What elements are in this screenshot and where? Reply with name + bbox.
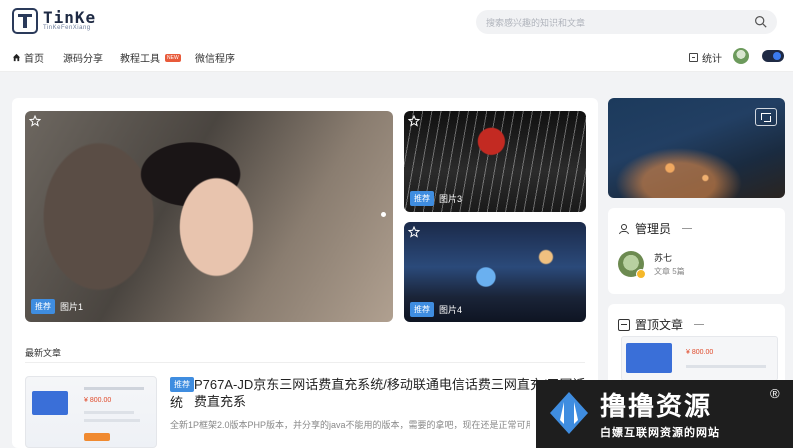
pinned-card-header: 置顶文章	[618, 316, 705, 333]
thumb-button	[84, 433, 110, 441]
nav-item-label: 源码分享	[63, 54, 103, 65]
fullscreen-icon[interactable]	[755, 108, 777, 126]
pinned-heading: 置顶文章	[635, 318, 684, 332]
admin-card-header: 管理员	[618, 220, 693, 237]
thumb-banner	[32, 391, 68, 415]
heading-dash	[694, 324, 705, 325]
divider	[25, 362, 585, 363]
nav-item-source[interactable]: 源码分享	[63, 50, 103, 65]
stats-icon	[689, 53, 698, 62]
nav-item-tutorials[interactable]: 教程工具 NEW	[120, 50, 181, 65]
tile-caption: 推荐 图片3	[410, 191, 462, 206]
tile-title: 图片4	[439, 305, 463, 315]
watermark-overlay: 撸撸资源 ® 白嫖互联网资源的网站	[536, 380, 793, 448]
tile-title: 图片1	[60, 302, 84, 312]
latest-articles-heading: 最新文章	[25, 348, 62, 358]
thumb-line	[84, 419, 140, 422]
verified-icon	[636, 269, 646, 279]
slider-tile-3[interactable]: 推荐 图片3	[404, 111, 586, 212]
thumb-line	[686, 365, 766, 368]
pinned-icon	[618, 318, 630, 331]
star-icon[interactable]	[408, 226, 420, 238]
thumb-banner	[626, 343, 672, 373]
home-icon	[12, 53, 21, 62]
logo-mark	[12, 8, 38, 34]
admin-heading: 管理员	[635, 222, 672, 236]
admin-name[interactable]: 苏七	[654, 251, 672, 264]
nav-item-home[interactable]: 首页	[12, 50, 44, 65]
article-title-continued[interactable]: 统	[170, 394, 183, 411]
nav-item-wechat[interactable]: 微信程序	[195, 50, 235, 65]
tile-caption: 推荐 图片1	[31, 299, 83, 314]
sidebar-banner-image[interactable]	[608, 98, 785, 198]
star-icon[interactable]	[29, 115, 41, 127]
recommend-tag: 推荐	[410, 302, 434, 317]
thumb-line	[84, 411, 134, 414]
registered-mark: ®	[770, 386, 780, 401]
watermark-title: 撸撸资源	[600, 392, 713, 422]
recommend-tag: 推荐	[31, 299, 55, 314]
tile-caption: 推荐 图片4	[410, 302, 462, 317]
user-avatar[interactable]	[733, 48, 749, 64]
nav-item-label: 教程工具	[120, 54, 160, 65]
star-icon[interactable]	[408, 115, 420, 127]
user-icon	[619, 223, 629, 234]
stats-label: 统计	[702, 54, 722, 65]
slider-tile-4[interactable]: 推荐 图片4	[404, 222, 586, 322]
article-excerpt: 全新1P框架2.0版本PHP版本，并分享的java不能用的版本，需要的拿吧，现在…	[170, 420, 530, 430]
search-input[interactable]: 搜索感兴趣的知识和文章	[476, 10, 777, 34]
tile-title: 图片3	[439, 194, 463, 204]
nav-item-label: 首页	[24, 54, 44, 65]
admin-article-count: 文章 5篇	[654, 267, 685, 276]
theme-toggle[interactable]	[762, 50, 784, 62]
new-badge: NEW	[165, 53, 181, 62]
nav-item-label: 微信程序	[195, 54, 235, 65]
slider-tile-1[interactable]: 推荐 图片1	[25, 111, 393, 322]
slider-dot[interactable]	[381, 212, 386, 217]
article-title[interactable]: P767A-JD京东三网话费直充系统/移动联通电信话费三网直充/三网话费直充系	[194, 376, 586, 410]
article-thumbnail[interactable]: ¥ 800.00	[25, 376, 157, 448]
top-header: TinKe TinKeFenXiang 搜索感兴趣的知识和文章	[0, 0, 793, 40]
thumb-price: ¥ 800.00	[686, 349, 714, 356]
stats-link[interactable]: 统计	[689, 50, 722, 65]
search-icon[interactable]	[754, 15, 767, 28]
admin-card: 管理员 苏七 文章 5篇	[608, 208, 785, 294]
thumb-line	[84, 387, 144, 390]
heading-dash	[682, 228, 693, 229]
site-logo[interactable]: TinKe TinKeFenXiang	[12, 8, 112, 34]
recommend-tag: 推荐	[410, 191, 434, 206]
watermark-logo-icon	[550, 392, 588, 434]
search-placeholder: 搜索感兴趣的知识和文章	[486, 18, 586, 28]
article-recommend-tag: 推荐	[170, 377, 194, 392]
main-nav: 首页 源码分享 教程工具 NEW 微信程序 统计	[0, 40, 793, 72]
watermark-subtitle: 白嫖互联网资源的网站	[600, 427, 720, 439]
pinned-article-thumbnail[interactable]: ¥ 800.00	[621, 336, 778, 381]
logo-subtext: TinKeFenXiang	[43, 25, 91, 31]
thumb-price: ¥ 800.00	[84, 397, 112, 404]
